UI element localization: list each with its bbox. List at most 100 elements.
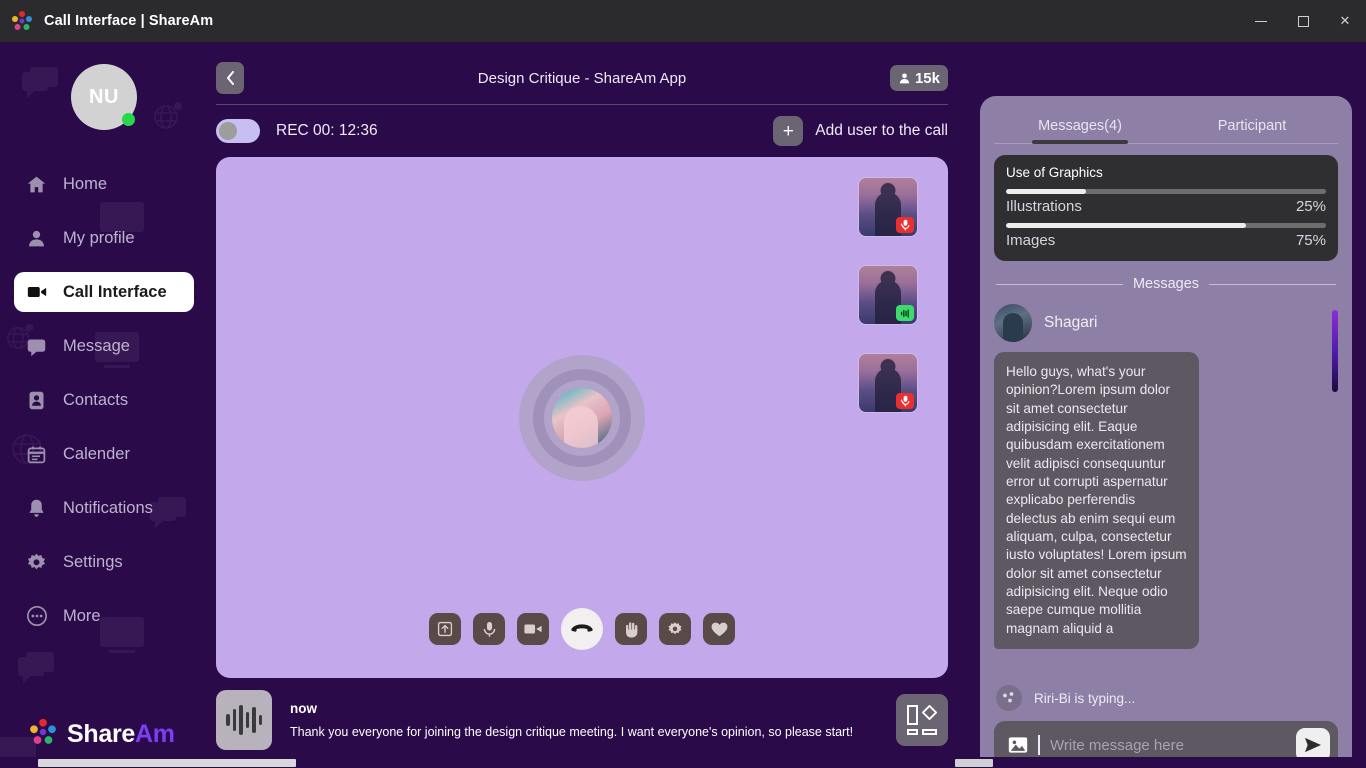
- recording-timer: REC 00: 12:36: [276, 122, 378, 139]
- sidebar-item-notifications[interactable]: Notifications: [14, 488, 194, 528]
- add-user-to-call-button[interactable]: + Add user to the call: [773, 116, 948, 146]
- status-text-group: now Thank you everyone for joining the d…: [290, 701, 878, 739]
- viewer-count: 15k: [914, 69, 940, 87]
- typing-dots-avatar: [996, 685, 1022, 711]
- message-header: Shagari: [994, 304, 1338, 342]
- sidebar-item-contacts[interactable]: Contacts: [14, 380, 194, 420]
- scrollbar-thumb[interactable]: [38, 759, 296, 767]
- sidebar-item-label: Notifications: [63, 498, 153, 517]
- sidebar-item-more[interactable]: More: [14, 596, 194, 636]
- poll-option-illustrations[interactable]: Illustrations 25%: [1006, 189, 1326, 215]
- sidebar-item-label: Settings: [63, 552, 123, 571]
- layout-grid-button[interactable]: [896, 694, 948, 746]
- window-title: Call Interface | ShareAm: [44, 13, 214, 29]
- gear-icon: [668, 622, 682, 635]
- call-header: Design Critique - ShareAm App 15k: [208, 52, 956, 104]
- audio-waveform-icon[interactable]: [216, 690, 272, 750]
- participant-thumbnail-2[interactable]: [858, 265, 918, 325]
- close-button[interactable]: ✕: [1324, 0, 1366, 42]
- status-timestamp: now: [290, 701, 317, 716]
- poll-progress-bar: [1006, 189, 1326, 194]
- app-shell: NU Home My profile Call Interface Messag…: [0, 42, 1366, 768]
- recording-row: REC 00: 12:36 + Add user to the call: [208, 105, 956, 157]
- active-speaker: [519, 354, 645, 481]
- image-attach-icon[interactable]: [1008, 736, 1028, 754]
- end-call-button[interactable]: [561, 608, 603, 650]
- brand-logo[interactable]: ShareAm: [28, 717, 175, 752]
- text-caret: [1038, 735, 1040, 755]
- microphone-icon: [483, 621, 495, 637]
- sidebar-item-call-interface[interactable]: Call Interface: [14, 272, 194, 312]
- participant-thumbnail-1[interactable]: [858, 177, 918, 237]
- poll-option-meta: Images 75%: [1006, 232, 1326, 249]
- message-input[interactable]: [1050, 736, 1286, 754]
- chevron-left-icon: [226, 71, 234, 85]
- sidebar-item-calender[interactable]: Calender: [14, 434, 194, 474]
- video-camera-icon: [524, 624, 542, 634]
- sidebar-item-my-profile[interactable]: My profile: [14, 218, 194, 258]
- raised-hand-icon: [625, 621, 637, 638]
- grid-diamond-icon: [921, 704, 938, 725]
- microphone-active-icon: [896, 305, 914, 321]
- window-controls: ✕: [1240, 0, 1366, 42]
- microphone-muted-icon: [896, 217, 914, 233]
- microphone-button[interactable]: [473, 613, 505, 645]
- poll-option-percent: 75%: [1295, 232, 1326, 249]
- phone-hangup-icon: [571, 624, 593, 632]
- toggle-knob: [219, 122, 237, 140]
- participant-thumbnail-3[interactable]: [858, 353, 918, 413]
- avatar[interactable]: NU: [71, 64, 137, 130]
- home-icon: [26, 174, 52, 195]
- participant-thumbnails: [858, 177, 918, 413]
- sidebar-item-label: Calender: [63, 444, 130, 463]
- scrollbar-thumb-secondary[interactable]: [955, 759, 993, 767]
- maximize-button[interactable]: [1282, 0, 1324, 42]
- video-camera-icon: [26, 281, 52, 303]
- sidebar-item-message[interactable]: Message: [14, 326, 194, 366]
- brand-name: ShareAm: [67, 720, 175, 749]
- poll-card: Use of Graphics Illustrations 25% Images…: [994, 155, 1338, 261]
- sidebar-item-label: My profile: [63, 228, 135, 247]
- chat-scrollbar[interactable]: [1332, 310, 1338, 392]
- poll-progress-fill: [1006, 189, 1086, 194]
- shareAm-logo-icon: [10, 9, 34, 33]
- poll-option-meta: Illustrations 25%: [1006, 198, 1326, 215]
- heart-icon: [711, 622, 727, 636]
- poll-option-percent: 25%: [1295, 198, 1326, 215]
- sidebar-item-label: More: [63, 606, 101, 625]
- share-screen-button[interactable]: [429, 613, 461, 645]
- call-controls: [429, 608, 735, 650]
- typing-indicator: Riri-Bi is typing...: [994, 677, 1338, 711]
- back-button[interactable]: [216, 62, 244, 94]
- share-upload-icon: [437, 621, 453, 637]
- poll-option-label: Illustrations: [1006, 198, 1082, 215]
- profile-avatar-container: NU: [0, 64, 208, 130]
- poll-option-label: Images: [1006, 232, 1056, 249]
- plus-icon: +: [773, 116, 804, 146]
- tab-messages[interactable]: Messages(4): [994, 110, 1166, 144]
- chat-bubble-watermark-icon: [18, 652, 56, 691]
- sidebar-item-settings[interactable]: Settings: [14, 542, 194, 582]
- settings-button[interactable]: [659, 613, 691, 645]
- recording-toggle[interactable]: [216, 119, 260, 143]
- horizontal-scrollbar[interactable]: [0, 757, 1366, 768]
- ellipsis-circle-icon: [26, 605, 52, 627]
- raise-hand-button[interactable]: [615, 613, 647, 645]
- tab-participant[interactable]: Participant: [1166, 110, 1338, 143]
- grid-square-icon: [907, 705, 918, 725]
- tab-label: Participant: [1217, 118, 1287, 134]
- viewer-count-badge: 15k: [889, 65, 948, 91]
- poll-option-images[interactable]: Images 75%: [1006, 223, 1326, 249]
- separator-line: [1209, 283, 1336, 285]
- messages-scroll-area[interactable]: Shagari Hello guys, what's your opinion?…: [994, 304, 1338, 677]
- reaction-button[interactable]: [703, 613, 735, 645]
- camera-button[interactable]: [517, 613, 549, 645]
- sidebar: NU Home My profile Call Interface Messag…: [0, 42, 208, 768]
- avatar-initials: NU: [89, 85, 119, 108]
- minimize-button[interactable]: [1240, 0, 1282, 42]
- sidebar-item-home[interactable]: Home: [14, 164, 194, 204]
- gear-icon: [26, 552, 52, 573]
- chat-panel: Messages(4) Participant Use of Graphics …: [980, 96, 1352, 768]
- sidebar-item-label: Home: [63, 174, 108, 193]
- poll-progress-bar: [1006, 223, 1326, 228]
